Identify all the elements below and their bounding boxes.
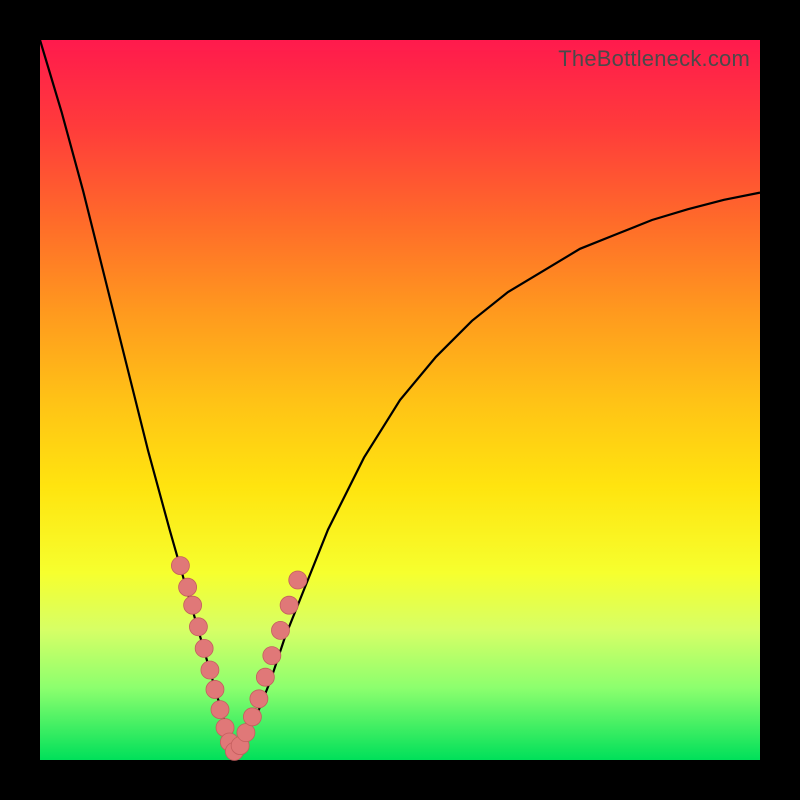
marker-dot — [256, 668, 274, 686]
marker-dot — [263, 647, 281, 665]
marker-dot — [171, 557, 189, 575]
marker-dot — [201, 661, 219, 679]
bottleneck-curve — [40, 40, 760, 753]
marker-dot — [195, 639, 213, 657]
marker-dot — [289, 571, 307, 589]
marker-dot — [211, 701, 229, 719]
marker-dot — [237, 724, 255, 742]
marker-dot — [250, 690, 268, 708]
marker-dot — [189, 618, 207, 636]
plot-area: TheBottleneck.com — [40, 40, 760, 760]
marker-dot — [243, 708, 261, 726]
marker-dot — [184, 596, 202, 614]
curve-markers — [171, 557, 306, 761]
marker-dot — [179, 578, 197, 596]
curve-layer — [40, 40, 760, 760]
marker-dot — [280, 596, 298, 614]
chart-frame: TheBottleneck.com — [0, 0, 800, 800]
marker-dot — [206, 680, 224, 698]
marker-dot — [271, 621, 289, 639]
